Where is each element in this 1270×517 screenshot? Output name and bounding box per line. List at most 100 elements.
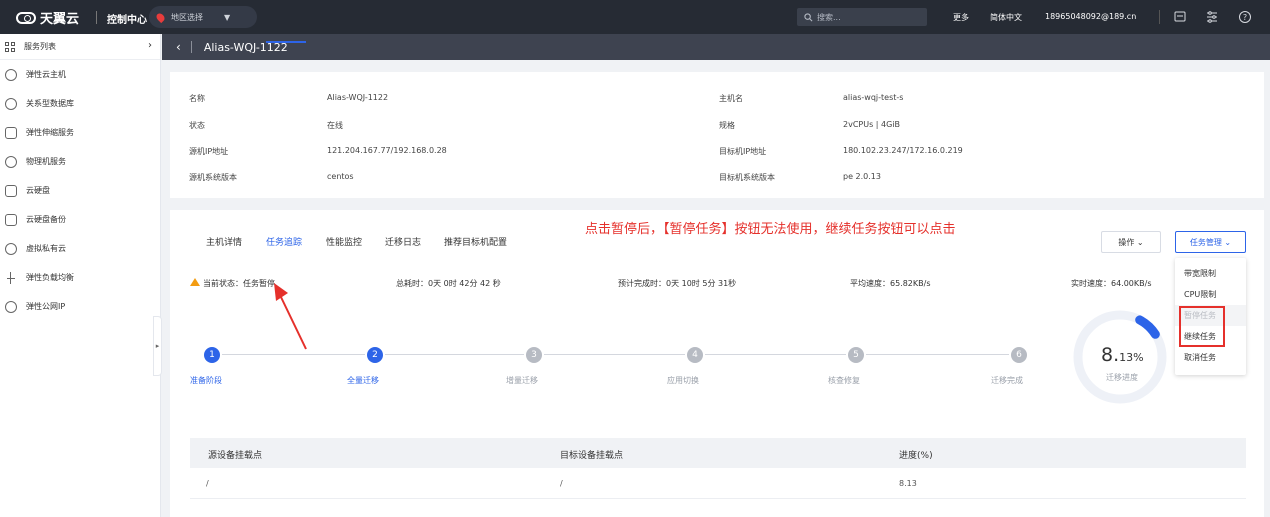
annotation-arrow [274,283,307,350]
menu-item-bandwidth-limit[interactable]: 带宽限制 [1175,263,1246,284]
account-menu[interactable]: 18965048092@189.cn [1045,12,1136,21]
estimated-completion: 预计完成时：0天 10时 5分 31秒 [618,279,737,288]
service-list-title: 服务列表 [24,42,56,51]
progress-label: 迁移进度 [1106,373,1138,382]
column-header: 进度(%) [899,451,933,461]
operations-button[interactable]: 操作 ⌄ [1101,231,1161,253]
column-header: 源设备挂载点 [208,451,263,461]
page-header: ‹ Alias-WQJ-1122 [162,34,1270,60]
source-ip-value: 121.204.167.77/192.168.0.28 [327,146,447,155]
tab-host-details[interactable]: 主机详情 [206,235,242,248]
sidebar-item[interactable]: 弹性负载均衡 [0,263,160,292]
step-connector [866,354,1009,355]
step-number: 1 [204,347,220,363]
disk-icon [5,184,17,197]
brand-logo[interactable]: 天翼云 [16,8,79,27]
name-value: Alias-WQJ-1122 [327,93,389,102]
step-connector [705,354,846,355]
step-label: 应用切换 [667,376,699,385]
region-selector[interactable]: 地区选择 ▼ [149,6,257,28]
physical-server-icon [5,155,17,168]
sidebar-item[interactable]: 虚拟私有云 [0,234,160,263]
cloud-logo-icon [16,11,36,24]
step-label: 核查修复 [828,376,860,385]
sidebar-item[interactable]: 关系型数据库 [0,89,160,118]
vpc-icon [5,242,17,255]
progress-dec: 13% [1119,351,1144,364]
name-label: 名称 [189,94,205,103]
table-row: / / 8.13 [190,468,1246,499]
divider [1159,10,1160,24]
help-icon[interactable]: ? [1237,9,1253,25]
step-connector [385,354,524,355]
service-list-header[interactable]: 服务列表 › [0,34,160,60]
menu-item-cpu-limit[interactable]: CPU限制 [1175,284,1246,305]
progress-int: 8. [1101,344,1120,366]
step-label: 增量迁移 [506,376,538,385]
step-number: 6 [1011,347,1027,363]
target-ip-value: 180.102.23.247/172.16.0.219 [843,146,963,155]
host-info-card: 名称 Alias-WQJ-1122 状态 在线 源机IP地址 121.204.1… [170,72,1264,198]
menu-item-cancel-task[interactable]: 取消任务 [1175,347,1246,368]
step-number: 4 [687,347,703,363]
sidebar-item-label: 关系型数据库 [26,99,74,108]
back-arrow-icon[interactable]: ‹ [176,40,181,54]
sidebar-item[interactable]: 弹性云主机 [0,60,160,89]
search-placeholder: 搜索... [817,12,841,22]
progress-value: 8.13% [1101,344,1144,366]
progress-cell: 8.13 [899,479,917,488]
hostname-value: alias-wqj-test-s [843,93,904,102]
mount-table-header: 源设备挂载点 目标设备挂载点 进度(%) [190,438,1246,468]
step-connector [544,354,685,355]
step-label: 迁移完成 [991,376,1023,385]
service-sidebar: 服务列表 › 弹性云主机关系型数据库 弹性伸缩服务物理机服务 云硬盘云硬盘备份虚拟私… [0,34,161,517]
sidebar-item[interactable]: 弹性伸缩服务 [0,118,160,147]
sidebar-item[interactable]: 物理机服务 [0,147,160,176]
task-management-button[interactable]: 任务管理 ⌄ [1175,231,1246,253]
active-tab-indicator [266,41,306,43]
settings-sliders-icon[interactable] [1204,9,1220,25]
sidebar-item[interactable]: 云硬盘备份 [0,205,160,234]
target-mount-cell: / [560,479,563,488]
step-connector [222,354,365,355]
location-pin-icon [154,11,167,23]
top-navigation-bar: 天翼云 控制中心 地区选择 ▼ 搜索... 更多 简体中文 1896504809… [0,0,1270,34]
step-number: 3 [526,347,542,363]
source-ip-label: 源机IP地址 [189,147,229,156]
divider [190,41,192,53]
tab-recommended-config[interactable]: 推荐目标机配置 [444,235,507,248]
console-link[interactable]: 控制中心 [107,11,147,26]
hostname-label: 主机名 [719,94,743,103]
scaling-icon [5,126,17,139]
sidebar-item[interactable]: 云硬盘 [0,176,160,205]
sidebar-item-label: 云硬盘备份 [26,215,66,224]
step-number: 5 [848,347,864,363]
state-value: 在线 [327,121,343,130]
sidebar-item-label: 弹性公网IP [26,302,66,311]
sidebar-item-label: 虚拟私有云 [26,244,66,253]
language-switch[interactable]: 简体中文 [990,12,1022,23]
state-label: 状态 [189,121,205,130]
message-icon[interactable] [1172,9,1188,25]
database-icon [5,97,17,110]
sidebar-collapse-handle[interactable]: ▸ [153,316,162,376]
step-number: 2 [367,347,383,363]
annotation-text: 点击暂停后，【暂停任务】按钮无法使用，继续任务按钮可以点击 [585,222,956,237]
load-balancer-icon [5,271,17,284]
sidebar-item-label: 弹性伸缩服务 [26,128,74,137]
chevron-right-icon: ▸ [155,342,160,350]
search-input[interactable]: 搜索... [797,8,927,26]
svg-text:?: ? [1243,13,1247,22]
tab-performance[interactable]: 性能监控 [326,235,362,248]
cloud-host-icon [5,68,17,81]
region-label: 地区选择 [171,12,203,22]
grid-icon [5,41,15,52]
realtime-speed: 实时速度：64.00KB/s [1071,279,1152,288]
target-ip-label: 目标机IP地址 [719,147,767,156]
source-os-label: 源机系统版本 [189,173,237,182]
tab-migration-log[interactable]: 迁移日志 [385,235,421,248]
sidebar-item[interactable]: 弹性公网IP [0,292,160,321]
more-menu[interactable]: 更多 [953,12,969,23]
chevron-down-icon: ▼ [224,12,231,22]
tab-task-tracking[interactable]: 任务追踪 [266,235,302,248]
